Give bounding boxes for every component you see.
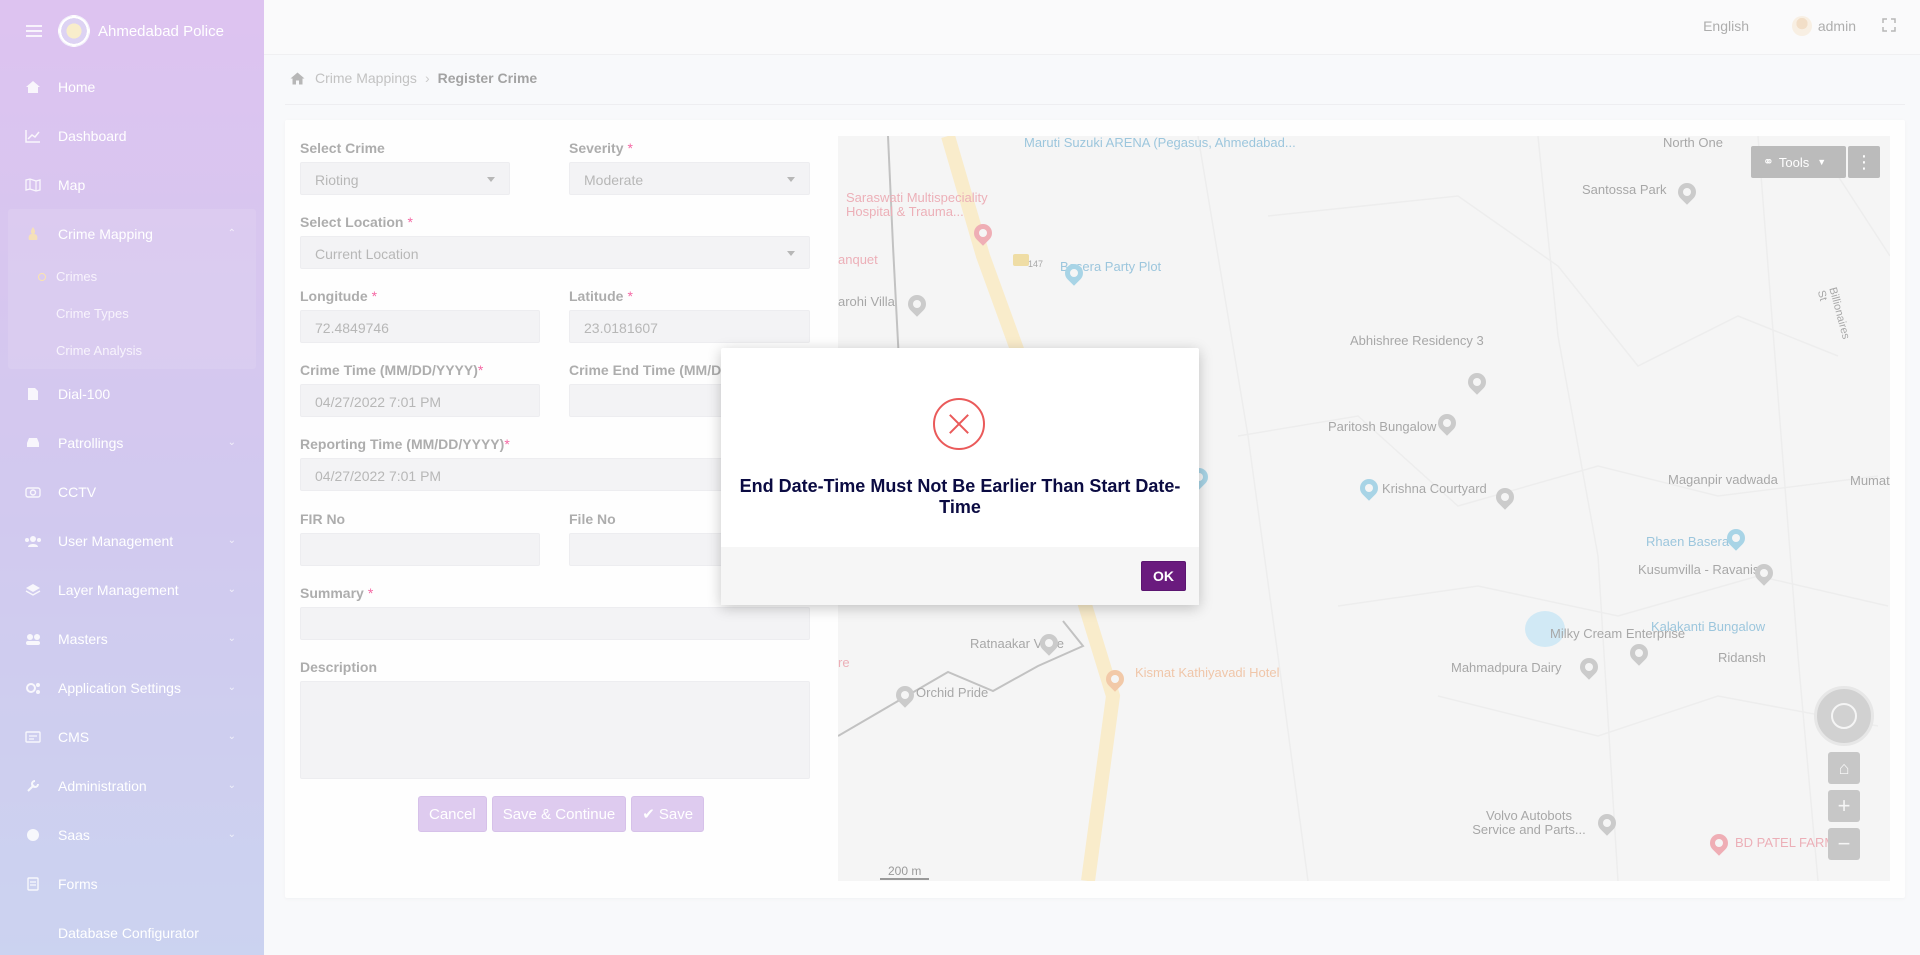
error-message: End Date-Time Must Not Be Earlier Than S… bbox=[739, 476, 1181, 517]
error-circle-icon bbox=[933, 398, 985, 450]
error-dialog: End Date-Time Must Not Be Earlier Than S… bbox=[721, 348, 1199, 605]
dialog-footer: OK bbox=[721, 547, 1199, 605]
ok-button[interactable]: OK bbox=[1141, 561, 1186, 591]
